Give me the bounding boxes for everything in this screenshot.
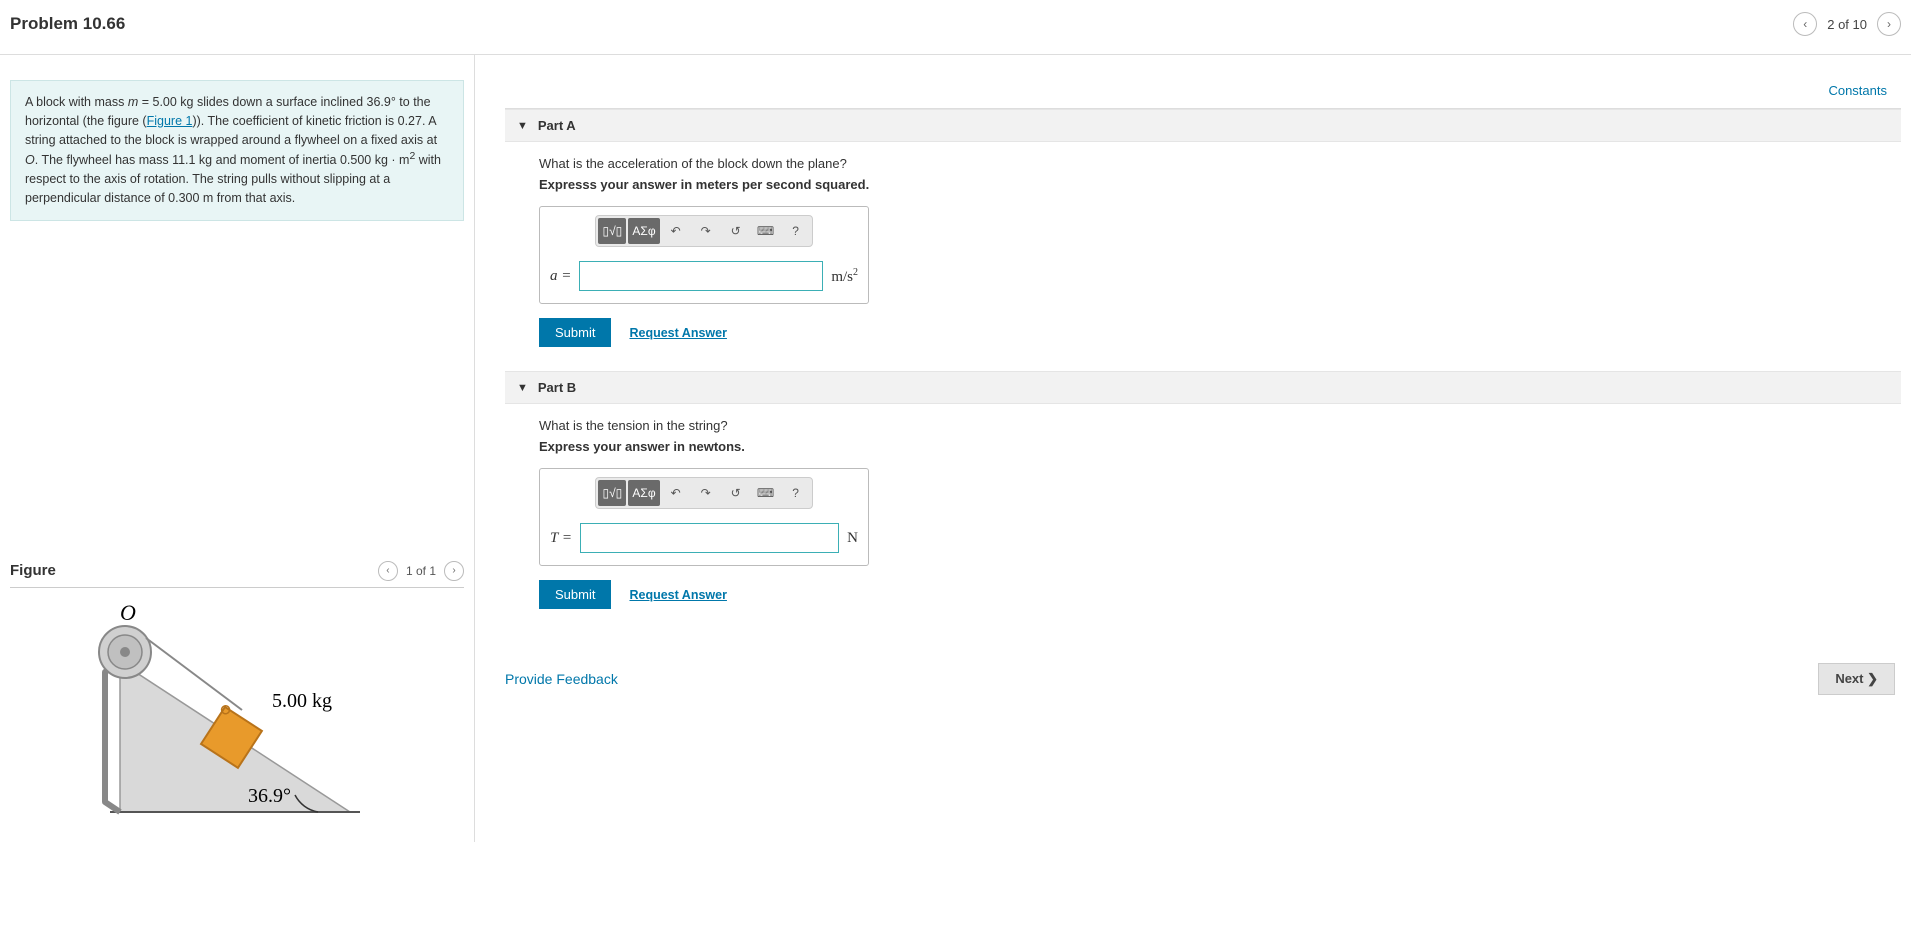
templates-button[interactable]: ▯√▯: [598, 218, 626, 244]
problem-nav: ‹ 2 of 10 ›: [1793, 12, 1901, 36]
part-b-header[interactable]: ▼ Part B: [505, 371, 1901, 404]
next-button[interactable]: Next ❯: [1818, 663, 1895, 695]
redo-button[interactable]: ↷: [692, 218, 720, 244]
figure-nav: ‹ 1 of 1 ›: [378, 561, 464, 581]
text: A block with mass: [25, 95, 128, 109]
greek-button[interactable]: ΑΣφ: [628, 480, 659, 506]
part-b-instruction: Express your answer in newtons.: [539, 439, 1887, 454]
part-b-input[interactable]: [580, 523, 839, 553]
reset-button[interactable]: ↺: [722, 218, 750, 244]
undo-button[interactable]: ↶: [662, 480, 690, 506]
part-a-variable: a =: [550, 268, 571, 285]
part-a-unit: m/s2: [831, 267, 858, 286]
templates-button[interactable]: ▯√▯: [598, 480, 626, 506]
part-a-header[interactable]: ▼ Part A: [505, 109, 1901, 142]
part-a-instruction: Expresss your answer in meters per secon…: [539, 177, 1887, 192]
part-b-answer-box: ▯√▯ ΑΣφ ↶ ↷ ↺ ⌨ ? T = N: [539, 468, 869, 566]
problem-statement: A block with mass m = 5.00 kg slides dow…: [10, 80, 464, 221]
O-label: O: [120, 602, 136, 625]
part-a-input[interactable]: [579, 261, 823, 291]
figure-diagram: 36.9° O: [50, 602, 410, 832]
keyboard-button[interactable]: ⌨: [752, 480, 780, 506]
part-a-submit-button[interactable]: Submit: [539, 318, 611, 347]
part-b-body: What is the tension in the string? Expre…: [505, 404, 1901, 633]
part-a-answer-box: ▯√▯ ΑΣφ ↶ ↷ ↺ ⌨ ? a = m/s2: [539, 206, 869, 304]
constants-link[interactable]: Constants: [1828, 83, 1887, 98]
problem-title: Problem 10.66: [10, 14, 125, 34]
help-button[interactable]: ?: [782, 480, 810, 506]
next-figure-button[interactable]: ›: [444, 561, 464, 581]
left-column: A block with mass m = 5.00 kg slides dow…: [0, 55, 475, 842]
figure-1-link[interactable]: Figure 1: [147, 114, 193, 128]
angle-label: 36.9°: [248, 785, 291, 807]
part-a-label: Part A: [538, 118, 576, 133]
part-b-request-answer-link[interactable]: Request Answer: [629, 588, 726, 602]
part-b-unit: N: [847, 530, 858, 547]
var-O: O: [25, 153, 35, 167]
prev-problem-button[interactable]: ‹: [1793, 12, 1817, 36]
caret-down-icon: ▼: [517, 382, 528, 394]
mass-label: 5.00 kg: [272, 690, 332, 712]
prev-figure-button[interactable]: ‹: [378, 561, 398, 581]
part-a-request-answer-link[interactable]: Request Answer: [629, 326, 726, 340]
part-b-submit-button[interactable]: Submit: [539, 580, 611, 609]
problem-header: Problem 10.66 ‹ 2 of 10 ›: [0, 0, 1911, 55]
caret-down-icon: ▼: [517, 120, 528, 132]
keyboard-button[interactable]: ⌨: [752, 218, 780, 244]
part-b-variable: T =: [550, 530, 572, 547]
figure-title: Figure: [10, 562, 56, 579]
redo-button[interactable]: ↷: [692, 480, 720, 506]
part-a-toolbar: ▯√▯ ΑΣφ ↶ ↷ ↺ ⌨ ?: [595, 215, 812, 247]
next-problem-button[interactable]: ›: [1877, 12, 1901, 36]
var-m: m: [128, 95, 138, 109]
part-b-toolbar: ▯√▯ ΑΣφ ↶ ↷ ↺ ⌨ ?: [595, 477, 812, 509]
part-a-body: What is the acceleration of the block do…: [505, 142, 1901, 371]
provide-feedback-link[interactable]: Provide Feedback: [505, 671, 618, 687]
greek-button[interactable]: ΑΣφ: [628, 218, 659, 244]
reset-button[interactable]: ↺: [722, 480, 750, 506]
right-column: Constants ▼ Part A What is the accelerat…: [475, 55, 1911, 842]
help-button[interactable]: ?: [782, 218, 810, 244]
problem-position: 2 of 10: [1827, 17, 1867, 32]
figure-position: 1 of 1: [406, 564, 436, 578]
undo-button[interactable]: ↶: [662, 218, 690, 244]
part-a-question: What is the acceleration of the block do…: [539, 156, 1887, 171]
part-b-label: Part B: [538, 380, 576, 395]
figure-section: Figure ‹ 1 of 1 › 36.9°: [10, 561, 464, 832]
text: . The flywheel has mass 11.1 kg and mome…: [35, 153, 410, 167]
part-b-question: What is the tension in the string?: [539, 418, 1887, 433]
